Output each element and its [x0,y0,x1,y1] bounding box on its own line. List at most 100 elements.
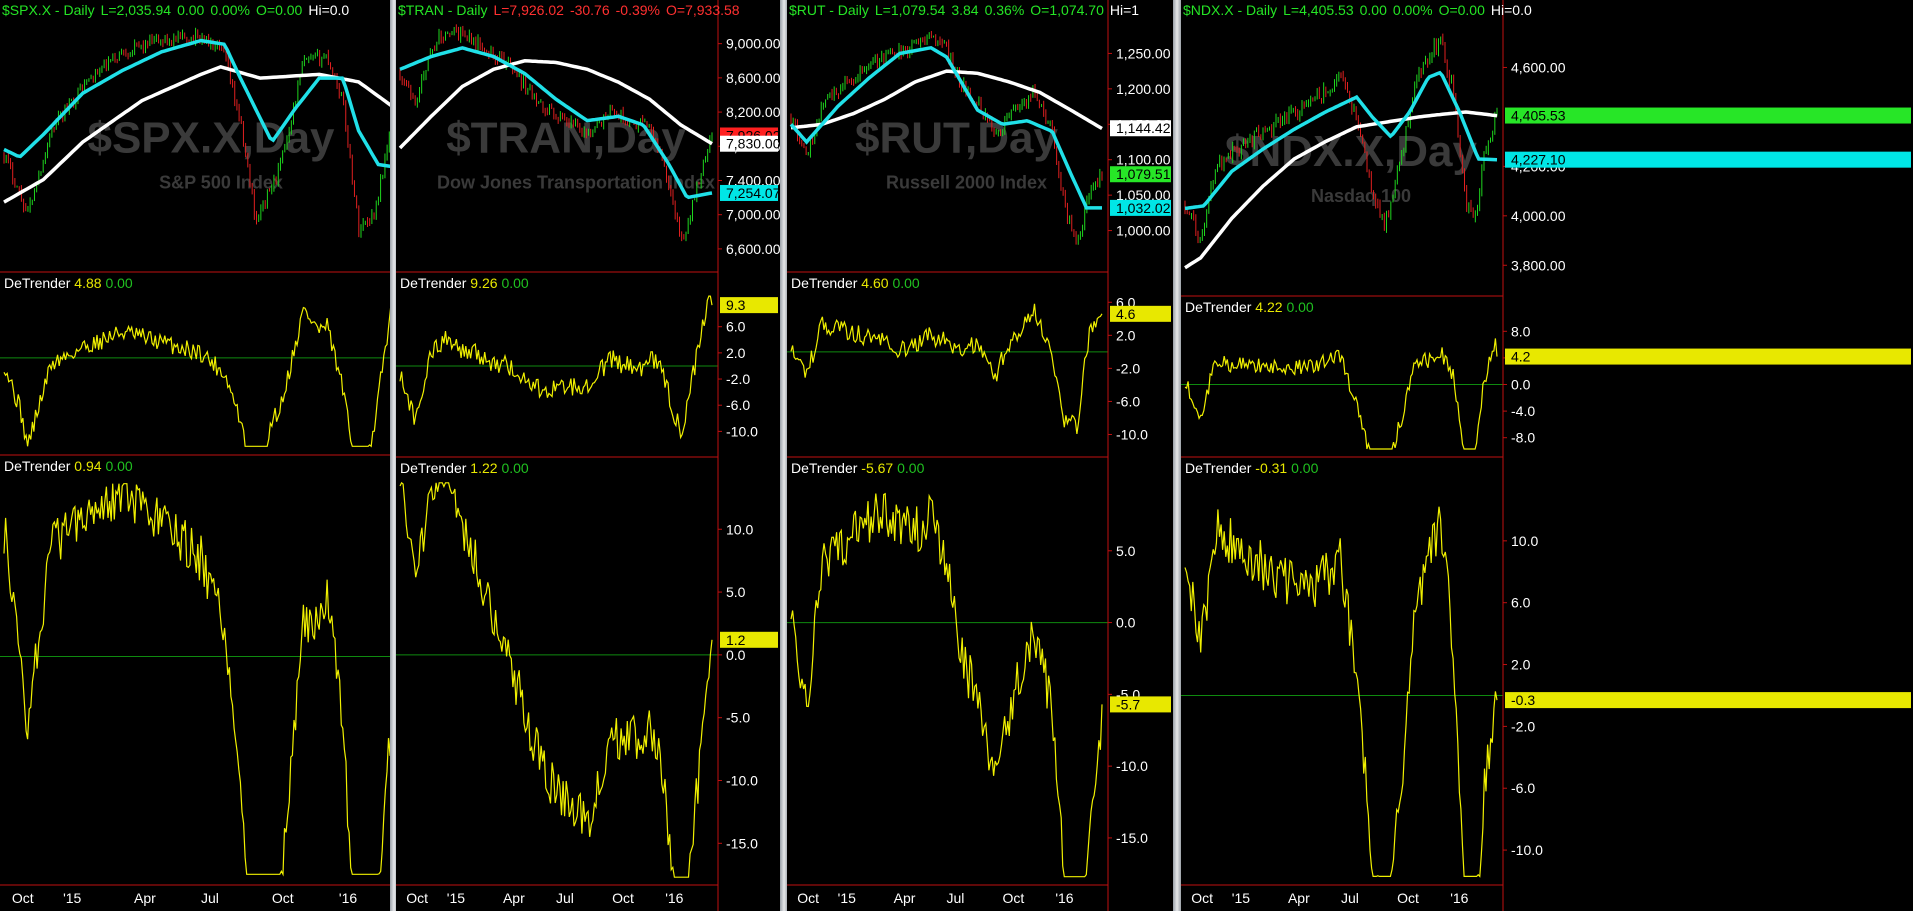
svg-text:-0.3: -0.3 [1511,692,1535,708]
time-axis-label: Jul [201,890,219,906]
price-value-tag: 7,830.00 [720,135,780,152]
price-tick-label: 4,000.00 [1511,208,1566,224]
detrender-tick-label: 0.0 [1116,615,1136,631]
chart-svg-ndx: $NDX.X,DayNasdaq 1004,600.004,200.004,00… [1181,0,1911,911]
price-tick-label: 1,250.00 [1116,45,1171,61]
detrender-tick-label: 8.0 [1511,323,1531,339]
detrender-tick-label: 10.0 [726,521,753,537]
price-tick-label: 1,200.00 [1116,81,1171,97]
chart-panel-tran[interactable]: $TRAN,Day Dow Jones Transportation Index 9… [396,0,780,911]
svg-text:4,405.53: 4,405.53 [1511,108,1566,124]
price-tick-label: 8,200.00 [726,104,780,120]
detrender-value-tag: 9.3 [720,297,778,314]
detrender-tick-label: 5.0 [1116,543,1136,559]
detrender-tick-label: -10.0 [1511,842,1543,858]
detrender-value-tag: 4.6 [1110,305,1171,322]
header-open: O=1,074.70 [1030,2,1104,18]
header-last: L=4,405.53 [1283,2,1354,18]
price-value-tag: 4,405.53 [1505,107,1911,124]
detrender-line [790,303,1103,434]
detrender-line [3,306,390,448]
chart-svg-spx: $SPX.X,DayS&P 500 Index2,100.002,050.002… [0,27,390,906]
chart-panel-spx[interactable]: $SPX.X,DayS&P 500 Index2,100.002,050.002… [0,0,390,911]
chart-svg-tran: $TRAN,DayDow Jones Transportation Index9… [396,0,780,911]
time-axis-label: Oct [1002,890,1024,906]
time-axis-label: Oct [612,890,634,906]
time-axis-label: '16 [665,890,683,906]
detrender-tick-label: -10.0 [726,773,758,789]
header-pct: 0.36% [984,2,1025,18]
detrender-tick-label: -2.0 [1511,718,1535,734]
header-hi: Hi=0.0 [308,2,350,18]
chart-panel-ndx[interactable]: $NDX.X,DayNasdaq 1004,600.004,200.004,00… [1181,0,1913,911]
chart-header: $RUT - Daily L=1,079.54 3.84 0.36% O=1,074.7… [789,2,1145,18]
detrender-tick-label: -10.0 [726,423,758,439]
time-axis-label: Oct [406,890,428,906]
detrender-tick-label: 0.0 [1511,377,1531,393]
time-axis-label: Jul [947,890,965,906]
detrender-value-tag: 4.2 [1505,348,1911,365]
header-open: O=7,933.58 [666,2,740,18]
detrender-line [1184,338,1498,450]
detrender-value-tag: -5.7 [1110,696,1171,713]
header-symbol: $RUT - Daily [789,2,869,18]
detrender-tick-label: 2.0 [1511,657,1531,673]
chart-svg-rut: $RUT,DayRussell 2000 Index1,250.001,200.… [787,0,1171,911]
detrender-label: DeTrender -5.67 0.00 [791,460,925,476]
header-hi: Hi=0.0 [1490,2,1532,18]
svg-text:7,830.00: 7,830.00 [726,136,780,152]
svg-text:4.6: 4.6 [1116,306,1136,322]
price-value-tag: 1,032.02 [1110,199,1171,216]
chart-panel-rut[interactable]: $RUT,Day Russell 2000 Index 1,250.00 1,200.… [787,0,1173,911]
detrender-tick-label: -8.0 [1511,430,1535,446]
time-axis-label: Jul [1341,890,1359,906]
header-pct: 0.00% [210,2,251,18]
detrender-tick-label: -4.0 [1511,403,1535,419]
detrender-tick-label: -6.0 [1116,393,1140,409]
price-tick-label: 7,000.00 [726,207,780,223]
detrender-tick-label: 2.0 [1116,327,1136,343]
watermark-index-name: Nasdaq 100 [1311,186,1411,206]
svg-text:4,227.10: 4,227.10 [1511,152,1566,168]
svg-text:1,032.02: 1,032.02 [1116,200,1171,216]
detrender-label: DeTrender 4.88 0.00 [4,275,133,291]
svg-text:1.2: 1.2 [726,632,746,648]
chart-header: $SPX.X - Daily L=2,035.94 0.00 0.00% O=0.00 H… [2,2,355,18]
header-chg: 0.00 [177,2,205,18]
detrender-tick-label: 5.0 [726,584,746,600]
chart-header: $TRAN - Daily L=7,926.02 -30.76 -0.39% O=7,9… [398,2,746,18]
svg-text:1,144.42: 1,144.42 [1116,120,1171,136]
detrender-value-tag: -0.3 [1505,692,1911,709]
detrender-line [790,492,1103,878]
watermark-index-name: Russell 2000 Index [886,172,1047,192]
detrender-label: DeTrender 0.94 0.00 [4,458,133,474]
detrender-label: DeTrender 9.26 0.00 [400,275,529,291]
time-axis-label: '15 [447,890,465,906]
header-open: O=0.00 [1438,2,1485,18]
detrender-tick-label: -2.0 [726,371,750,387]
detrender-line [399,481,713,878]
time-axis-label: Oct [797,890,819,906]
time-axis-label: Oct [1191,890,1213,906]
price-value-tag: 1,144.42 [1110,120,1171,136]
detrender-line [3,483,390,877]
header-chg: 0.00 [1359,2,1387,18]
price-tick-label: 6,600.00 [726,241,780,257]
header-chg: 3.84 [951,2,979,18]
detrender-tick-label: -2.0 [1116,360,1140,376]
time-axis-label: '16 [339,890,357,906]
time-axis-label: Apr [894,890,916,906]
time-axis-label: Apr [1288,890,1310,906]
time-axis-label: '15 [1232,890,1250,906]
header-pct: -0.39% [615,2,660,18]
header-last: L=1,079.54 [874,2,946,18]
watermark-index-name: S&P 500 Index [159,172,283,192]
detrender-label: DeTrender 1.22 0.00 [400,460,529,476]
detrender-tick-label: -15.0 [1116,830,1148,846]
detrender-tick-label: 0.0 [726,647,746,663]
time-axis-label: '15 [63,890,81,906]
price-tick-label: 9,000.00 [726,36,780,52]
price-tick-label: 4,600.00 [1511,59,1566,75]
detrender-label: DeTrender 4.22 0.00 [1185,299,1314,315]
detrender-tick-label: 10.0 [1511,533,1538,549]
